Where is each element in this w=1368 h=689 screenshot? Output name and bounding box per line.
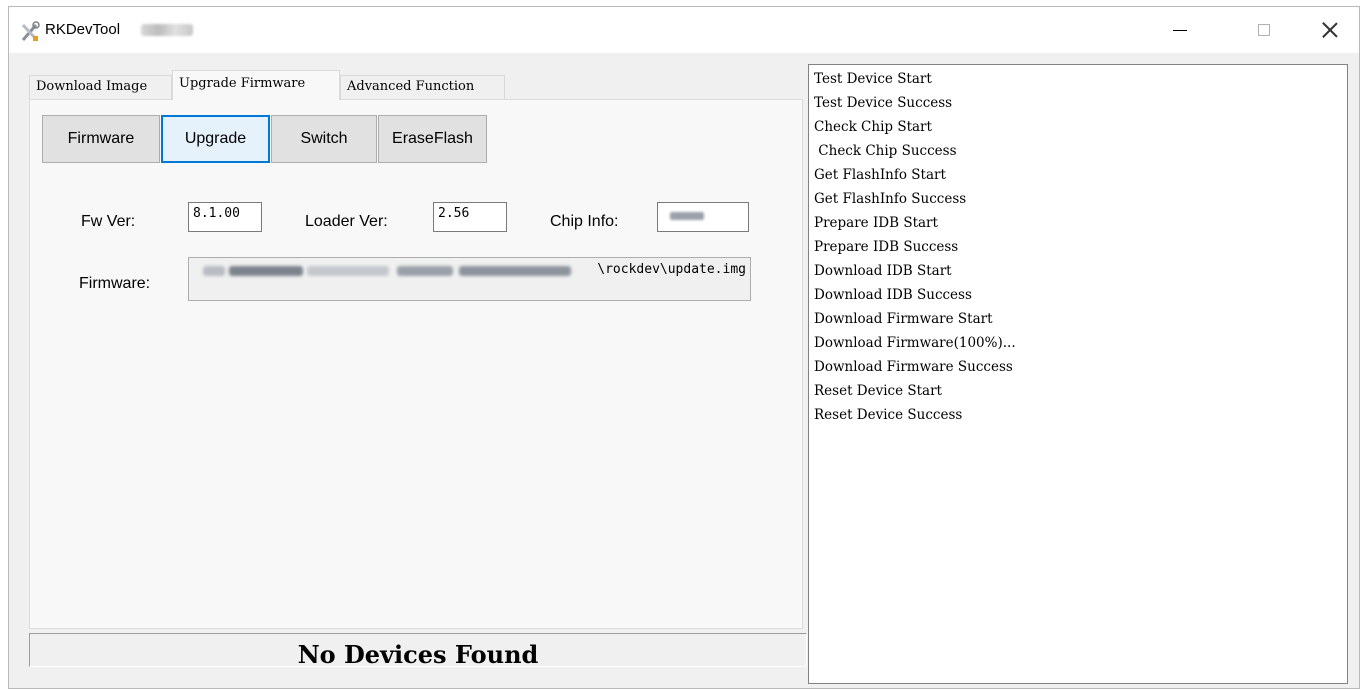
log-line: Test Device Success [814, 95, 953, 111]
log-line: Check Chip Success [814, 143, 957, 159]
log-line: Get FlashInfo Start [814, 167, 946, 183]
version-redacted [141, 24, 193, 36]
switch-button[interactable]: Switch [271, 115, 377, 163]
fw-ver-label: Fw Ver: [81, 213, 136, 230]
path-redacted-4 [397, 266, 453, 276]
log-line: Download IDB Start [814, 263, 952, 279]
firmware-label: Firmware: [79, 275, 151, 292]
upgrade-firmware-panel [29, 99, 803, 629]
log-line: Prepare IDB Success [814, 239, 959, 255]
minimize-button[interactable] [1157, 7, 1203, 53]
loader-ver-label: Loader Ver: [305, 213, 388, 230]
app-window: RKDevTool Download Image Upgrade Firmwar… [8, 6, 1360, 689]
tab-download-image[interactable]: Download Image [29, 75, 172, 99]
chip-info-field [657, 202, 749, 232]
tab-advanced-function[interactable]: Advanced Function [340, 75, 505, 99]
fw-ver-field: 8.1.00 [188, 202, 262, 232]
path-redacted-1 [203, 266, 225, 276]
log-line: Test Device Start [814, 71, 932, 87]
erase-flash-button[interactable]: EraseFlash [378, 115, 487, 163]
tools-icon [21, 21, 40, 41]
loader-ver-field: 2.56 [433, 202, 507, 232]
title-bar[interactable]: RKDevTool [9, 7, 1359, 53]
firmware-button[interactable]: Firmware [42, 115, 160, 163]
log-line: Prepare IDB Start [814, 215, 938, 231]
log-line: Download IDB Success [814, 287, 972, 303]
path-redacted-5 [459, 266, 571, 276]
log-line: Reset Device Start [814, 383, 942, 399]
tab-upgrade-firmware[interactable]: Upgrade Firmware [172, 70, 340, 100]
log-line: Download Firmware(100%)... [814, 335, 1016, 351]
maximize-icon [1258, 24, 1270, 36]
log-line: Reset Device Success [814, 407, 963, 423]
log-line: Download Firmware Success [814, 359, 1013, 375]
firmware-path-field: \rockdev\update.img [188, 257, 751, 301]
log-line: Get FlashInfo Success [814, 191, 967, 207]
minimize-icon [1173, 29, 1187, 31]
upgrade-button[interactable]: Upgrade [161, 115, 270, 163]
device-status-bar: No Devices Found [29, 633, 807, 669]
log-pane[interactable]: Test Device Start Test Device Success Ch… [808, 64, 1348, 684]
log-line: Check Chip Start [814, 119, 932, 135]
path-redacted-3 [307, 266, 389, 276]
close-button[interactable] [1307, 7, 1353, 53]
chip-info-redacted [670, 212, 704, 220]
close-icon [1322, 22, 1338, 38]
window-title: RKDevTool [45, 21, 121, 38]
maximize-button[interactable] [1241, 7, 1287, 53]
firmware-path-tail: \rockdev\update.img [597, 262, 746, 277]
path-redacted-2 [229, 266, 303, 276]
chip-info-label: Chip Info: [550, 213, 619, 230]
log-line: Download Firmware Start [814, 311, 993, 327]
